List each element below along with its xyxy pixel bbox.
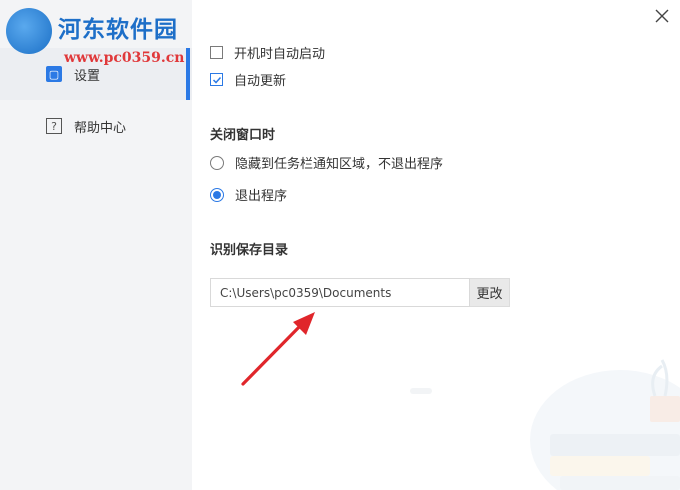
autoupdate-label: 自动更新 xyxy=(234,74,287,89)
hide-to-tray-radio[interactable] xyxy=(210,155,224,170)
hide-to-tray-option[interactable]: 隐藏到任务栏通知区域，不退出程序 xyxy=(210,153,443,172)
autoupdate-checkbox[interactable] xyxy=(210,73,223,86)
hide-to-tray-label: 隐藏到任务栏通知区域，不退出程序 xyxy=(235,157,444,172)
logo-globe-icon xyxy=(6,8,52,54)
autoupdate-option[interactable]: 自动更新 xyxy=(210,70,286,89)
help-icon: ? xyxy=(46,118,62,134)
save-directory-section-title: 识别保存目录 xyxy=(210,243,289,258)
sidebar: ▢ 设置 ? 帮助中心 xyxy=(0,0,192,490)
watermark-logo: 河东软件园 www.pc0359.cn xyxy=(4,6,204,68)
watermark-title: 河东软件园 xyxy=(58,16,178,43)
exit-program-option[interactable]: 退出程序 xyxy=(210,185,287,204)
exit-program-radio[interactable] xyxy=(210,187,224,202)
close-button[interactable] xyxy=(652,6,672,26)
checkmark-icon xyxy=(212,76,221,84)
sidebar-item-help-center[interactable]: ? 帮助中心 xyxy=(0,100,192,152)
close-icon xyxy=(655,9,669,23)
autostart-option[interactable]: 开机时自动启动 xyxy=(210,43,325,62)
annotation-arrow-icon xyxy=(241,312,315,386)
autostart-checkbox[interactable] xyxy=(210,46,223,59)
close-window-section-title: 关闭窗口时 xyxy=(210,128,276,143)
watermark-url: www.pc0359.cn xyxy=(64,50,185,66)
change-directory-button[interactable]: 更改 xyxy=(470,278,510,307)
autostart-label: 开机时自动启动 xyxy=(234,47,326,62)
exit-program-label: 退出程序 xyxy=(235,189,288,204)
settings-icon: ▢ xyxy=(46,66,62,82)
save-directory-path-field[interactable] xyxy=(210,278,470,307)
sidebar-item-label: 帮助中心 xyxy=(74,120,127,136)
background-illustration xyxy=(410,359,680,490)
